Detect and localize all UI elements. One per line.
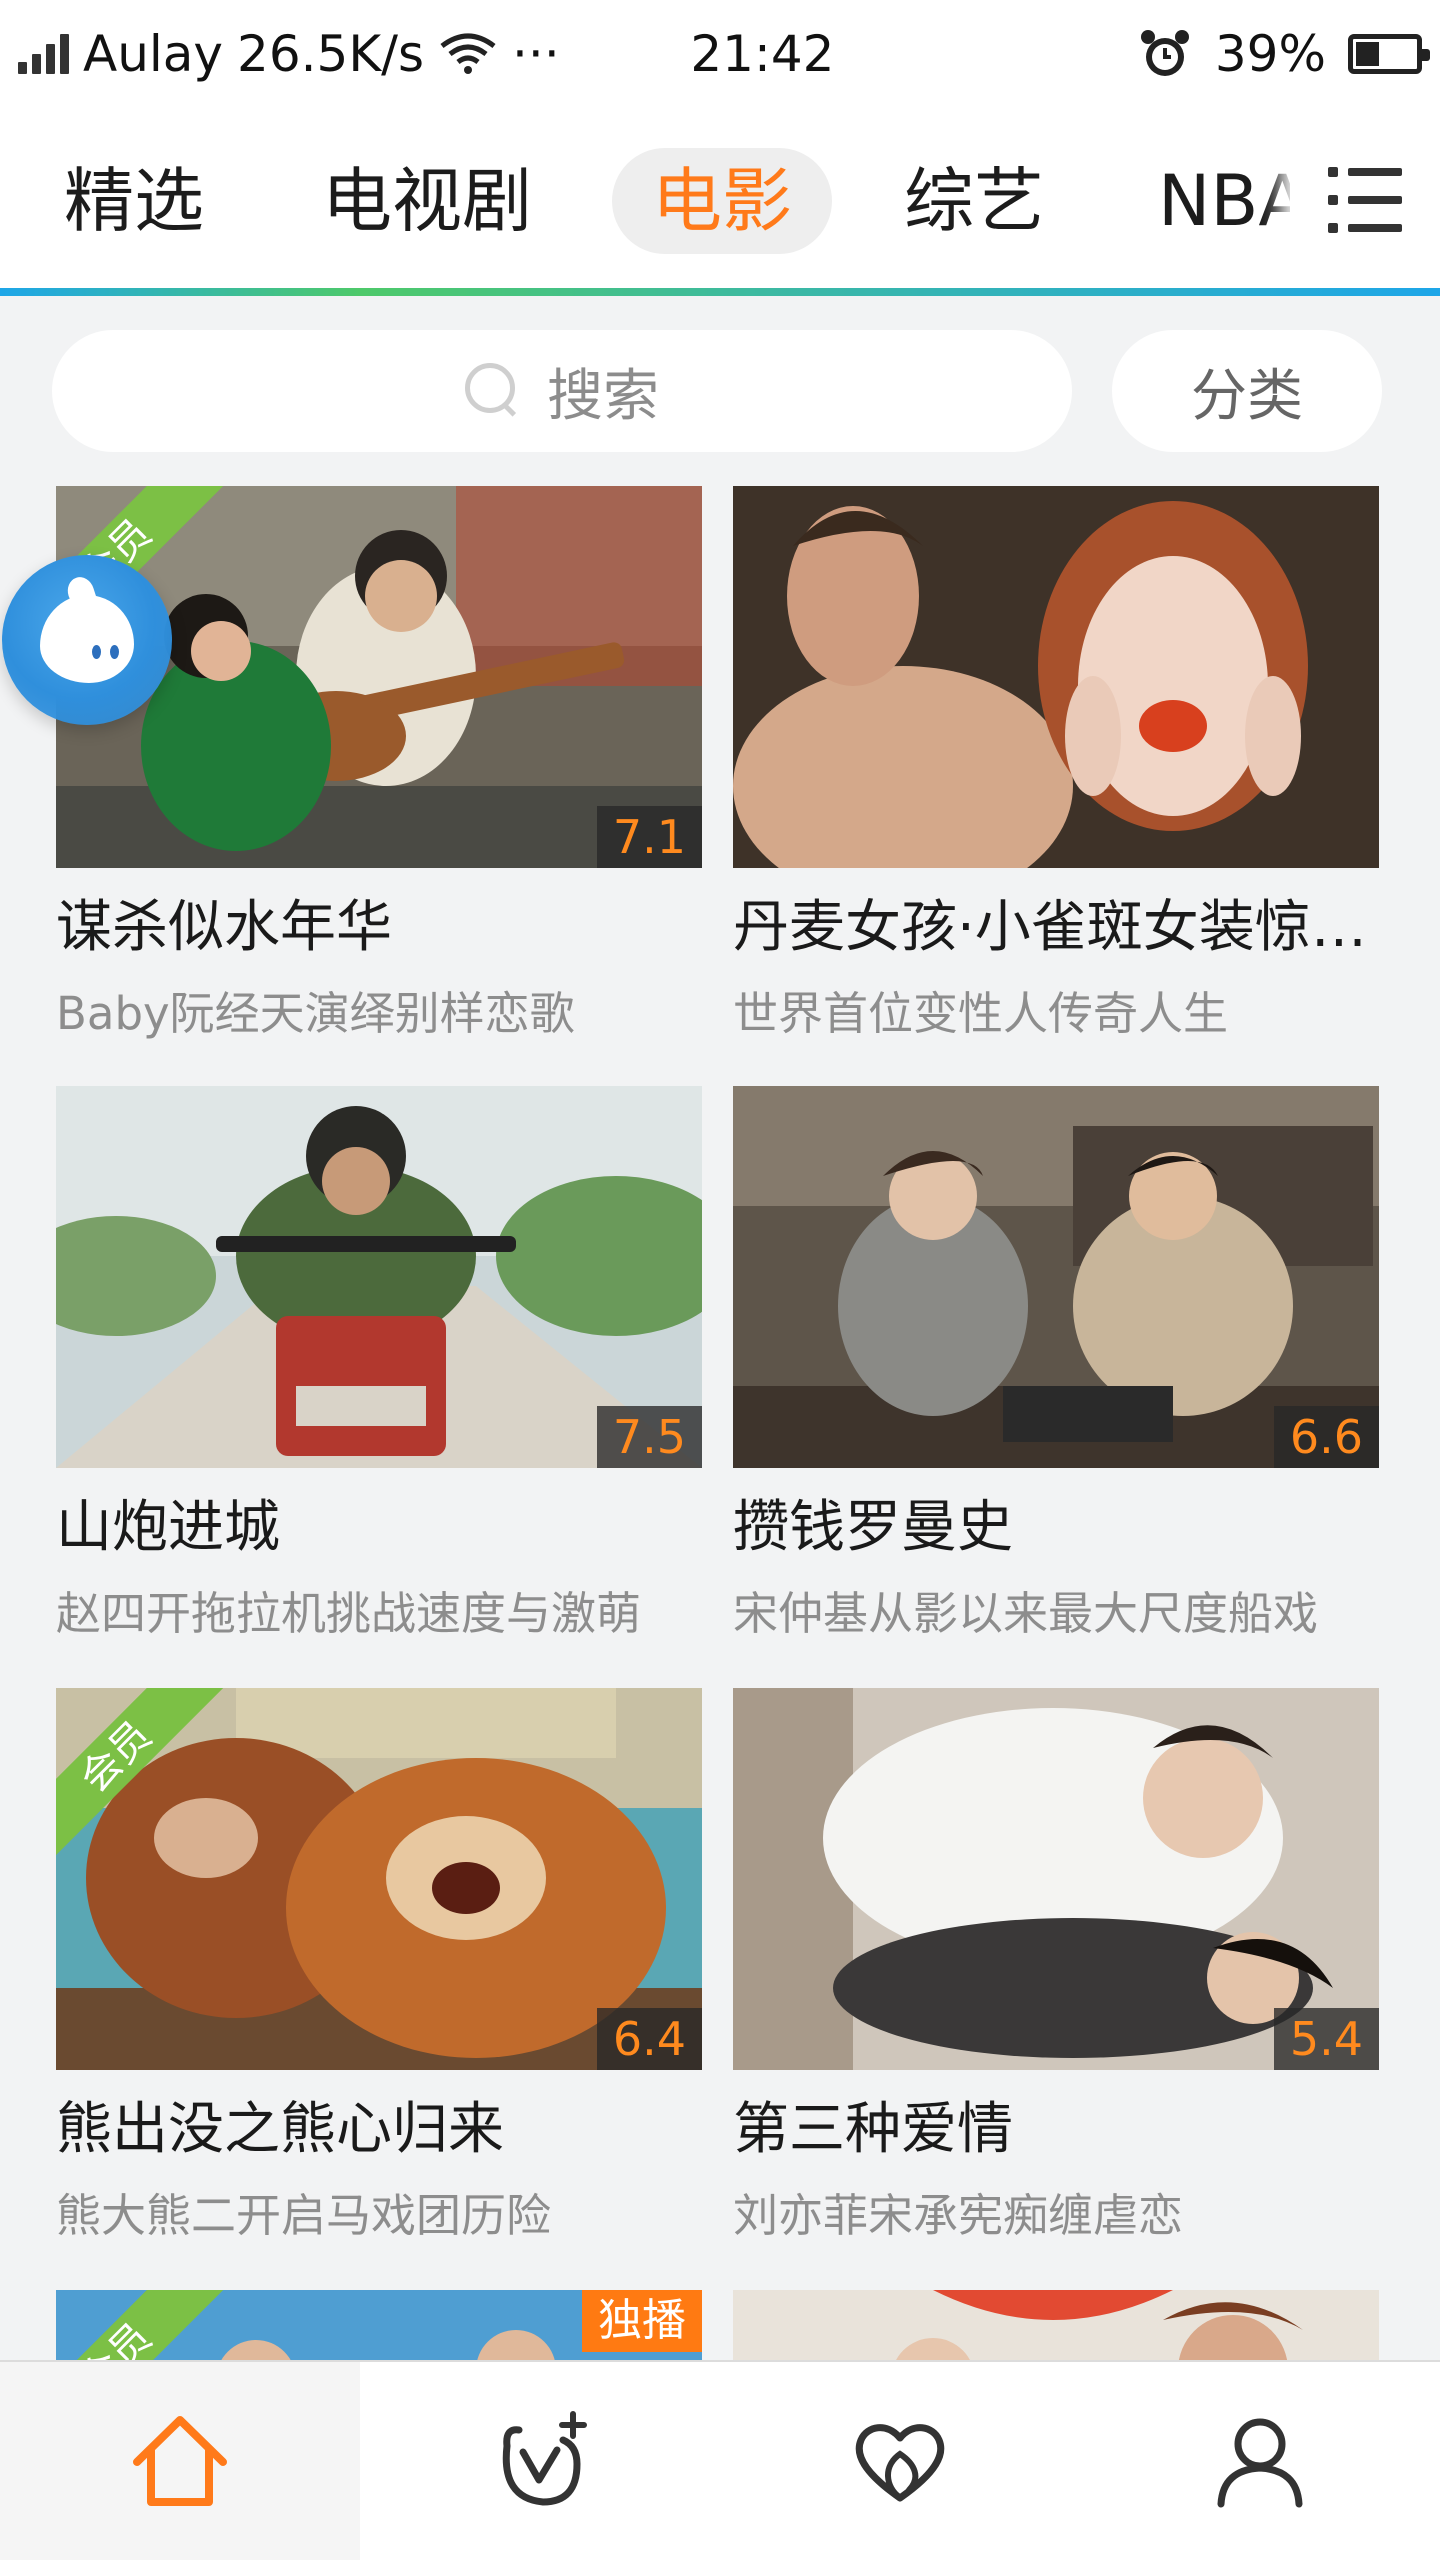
movie-subtitle: 宋仲基从影以来最大尺度船戏 — [733, 1587, 1319, 1640]
movie-card[interactable]: 7.5 山炮进城 赵四开拖拉机挑战速度与激萌 — [56, 1086, 710, 1642]
rating-badge: 5.4 — [1273, 2008, 1379, 2070]
movie-card[interactable]: 会员 6.4 熊出没之熊心归来 熊大熊二开启马戏团历险 — [56, 1688, 710, 2244]
movie-card[interactable]: 5.4 第三种爱情 刘亦菲宋承宪痴缠虐恋 — [733, 1688, 1387, 2244]
nav-profile[interactable] — [1080, 2362, 1440, 2560]
movie-grid: 会员 7.1 谋杀似水年华 Baby阮经天演绎别样恋歌 丹麦女孩·小雀斑女装惊艳… — [0, 0, 1440, 2560]
rating-badge: 6.4 — [596, 2008, 702, 2070]
movie-card[interactable]: 会员 7.1 谋杀似水年华 Baby阮经天演绎别样恋歌 — [56, 486, 710, 1042]
movie-title[interactable]: 第三种爱情 — [733, 2084, 1413, 2165]
mascot-icon — [40, 595, 134, 683]
nav-favorites[interactable] — [720, 2362, 1080, 2560]
nav-home[interactable] — [0, 2362, 360, 2560]
movie-subtitle: Baby阮经天演绎别样恋歌 — [56, 987, 575, 1040]
vlog-add-icon — [502, 2411, 587, 2506]
exclusive-badge: 独播 — [582, 2290, 702, 2352]
movie-poster[interactable]: 会员 6.4 — [56, 1688, 702, 2070]
movie-subtitle: 世界首位变性人传奇人生 — [733, 987, 1229, 1040]
rating-badge: 6.6 — [1273, 1406, 1379, 1468]
user-icon — [1217, 2418, 1303, 2508]
movie-card[interactable]: 丹麦女孩·小雀斑女装惊艳出镜 世界首位变性人传奇人生 — [733, 486, 1413, 1042]
movie-card[interactable]: 6.6 攒钱罗曼史 宋仲基从影以来最大尺度船戏 — [733, 1086, 1387, 1642]
movie-title[interactable]: 熊出没之熊心归来 — [56, 2084, 736, 2165]
movie-title[interactable]: 丹麦女孩·小雀斑女装惊艳出镜 — [733, 882, 1413, 963]
movie-poster[interactable]: 5.4 — [733, 1688, 1379, 2070]
nav-vlog[interactable] — [360, 2362, 720, 2560]
movie-subtitle: 刘亦菲宋承宪痴缠虐恋 — [733, 2189, 1184, 2242]
movie-title[interactable]: 谋杀似水年华 — [56, 882, 736, 963]
movie-poster[interactable]: 6.6 — [733, 1086, 1379, 1468]
heart-icon — [855, 2424, 945, 2502]
rating-badge: 7.5 — [596, 1406, 702, 1468]
movie-subtitle: 赵四开拖拉机挑战速度与激萌 — [56, 1587, 642, 1640]
movie-poster[interactable] — [733, 486, 1379, 868]
movie-poster[interactable]: 7.5 — [56, 1086, 702, 1468]
movie-title[interactable]: 山炮进城 — [56, 1482, 736, 1563]
movie-title[interactable]: 攒钱罗曼史 — [733, 1482, 1413, 1563]
movie-subtitle: 熊大熊二开启马戏团历险 — [56, 2189, 552, 2242]
mascot-float-button[interactable] — [2, 555, 172, 725]
home-icon — [133, 2416, 227, 2506]
bottom-navigation — [0, 2360, 1440, 2560]
rating-badge: 7.1 — [596, 806, 702, 868]
